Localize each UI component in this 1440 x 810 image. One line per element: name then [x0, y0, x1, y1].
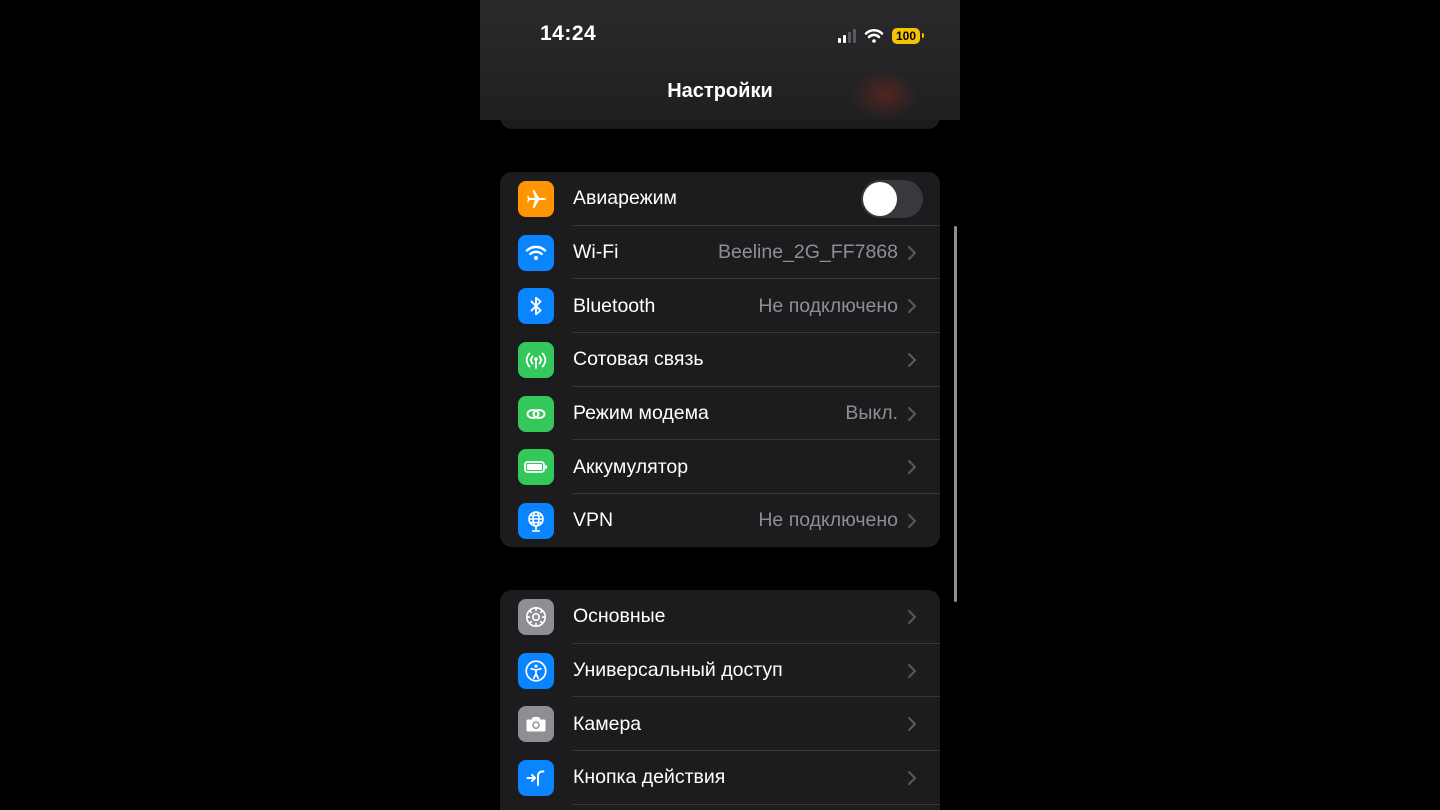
settings-row-bluetooth[interactable]: Bluetooth Не подключено: [500, 279, 940, 334]
settings-row-airplane: Авиарежим: [500, 172, 940, 226]
settings-row-general[interactable]: Основные: [500, 590, 940, 644]
airplane-icon: [518, 180, 554, 217]
settings-row-label: Bluetooth: [573, 294, 656, 317]
cellular-signal-icon: [837, 29, 856, 43]
general-group: Основные Универсальный доступ Камера Кно…: [500, 590, 940, 810]
settings-row-label: Камера: [573, 712, 642, 735]
chevron-right-icon: [908, 406, 916, 421]
settings-row-label: Сотовая связь: [573, 348, 704, 371]
settings-row-battery[interactable]: Аккумулятор: [500, 440, 940, 495]
settings-row-label: Wi-Fi: [573, 241, 619, 264]
settings-row-label: Авиарежим: [573, 187, 677, 210]
row-separator: [573, 803, 940, 805]
hotspot-status-value: Выкл.: [845, 402, 898, 425]
chevron-right-icon: [908, 299, 916, 314]
settings-row-action-button[interactable]: Кнопка действия: [500, 751, 940, 805]
connectivity-group: Авиарежим Wi-Fi Beeline_2G_FF7868 Blueto…: [500, 172, 940, 547]
chevron-right-icon: [908, 663, 916, 678]
cellular-icon: [518, 341, 554, 378]
wifi-status-icon: [864, 29, 884, 43]
page-title: Настройки: [667, 80, 773, 102]
airplane-mode-toggle[interactable]: [861, 179, 923, 218]
battery-level-badge: 100: [891, 28, 925, 44]
settings-row-cellular[interactable]: Сотовая связь: [500, 333, 940, 387]
status-icons: 100: [837, 26, 925, 46]
bluetooth-icon: [518, 288, 554, 325]
chevron-right-icon: [908, 245, 916, 260]
wifi-network-value: Beeline_2G_FF7868: [718, 241, 898, 264]
scroll-indicator[interactable]: [954, 226, 957, 602]
settings-row-accessibility[interactable]: Универсальный доступ: [500, 644, 940, 698]
settings-row-vpn[interactable]: VPN Не подключено: [500, 494, 940, 547]
settings-row-hotspot[interactable]: Режим модема Выкл.: [500, 387, 940, 441]
chevron-right-icon: [908, 717, 916, 732]
settings-row-label: Универсальный доступ: [573, 659, 783, 682]
settings-row-label: Аккумулятор: [573, 455, 689, 478]
chevron-right-icon: [908, 513, 916, 528]
chevron-right-icon: [908, 770, 916, 785]
hotspot-icon: [518, 395, 554, 432]
status-time: 14:24: [540, 22, 597, 45]
settings-row-label: VPN: [573, 509, 614, 532]
chevron-right-icon: [908, 609, 916, 624]
toggle-knob: [863, 181, 897, 216]
settings-row-label: Режим модема: [573, 402, 709, 425]
navigation-header: 14:24 100 Настройки: [480, 0, 960, 120]
chevron-right-icon: [908, 352, 916, 367]
vpn-globe-icon: [518, 502, 554, 539]
camera-icon: [518, 706, 554, 743]
settings-row-label: Кнопка действия: [573, 766, 726, 789]
accessibility-icon: [518, 652, 554, 689]
wifi-icon: [518, 234, 554, 271]
settings-row-label: Основные: [573, 605, 666, 628]
settings-row-camera[interactable]: Камера: [500, 697, 940, 752]
vpn-status-value: Не подключено: [758, 509, 898, 532]
settings-row-wifi[interactable]: Wi-Fi Beeline_2G_FF7868: [500, 226, 940, 280]
phone-screen: Авиарежим Wi-Fi Beeline_2G_FF7868 Blueto…: [480, 0, 960, 810]
gear-icon: [518, 598, 554, 635]
battery-icon: [518, 449, 554, 486]
chevron-right-icon: [908, 460, 916, 475]
bluetooth-status-value: Не подключено: [758, 294, 898, 317]
action-button-icon: [518, 759, 554, 796]
